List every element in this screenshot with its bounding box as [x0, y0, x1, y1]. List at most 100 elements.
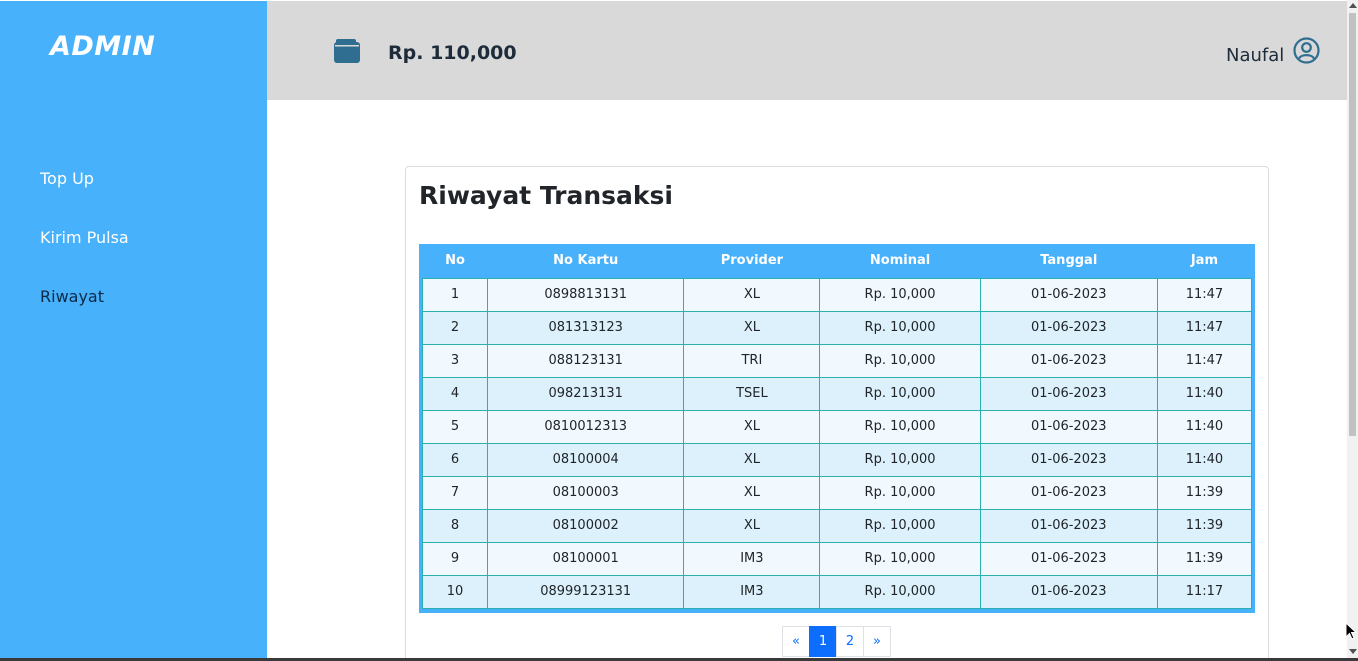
cell-no: 2 — [421, 310, 489, 345]
table-row: 4 098213131 TSEL Rp. 10,000 01-06-2023 11:40 — [421, 376, 1253, 411]
cell-no: 9 — [421, 541, 489, 576]
cell-no-kartu: 0898813131 — [487, 277, 685, 312]
scroll-up-arrow-icon[interactable] — [1349, 3, 1357, 8]
app-page: ADMIN Top Up Kirim Pulsa Riwayat Rp. 110… — [0, 0, 1347, 658]
cell-tanggal: 01-06-2023 — [979, 343, 1158, 378]
cell-nominal: Rp. 10,000 — [819, 376, 981, 411]
cell-jam: 11:40 — [1156, 409, 1253, 444]
table-row: 10 08999123131 IM3 Rp. 10,000 01-06-2023 11:1… — [421, 574, 1253, 609]
wallet-icon — [334, 39, 360, 63]
sidebar-item-kirim-pulsa[interactable]: Kirim Pulsa — [40, 228, 129, 247]
cell-tanggal: 01-06-2023 — [979, 574, 1158, 609]
cell-tanggal: 01-06-2023 — [979, 310, 1158, 345]
cell-no-kartu: 08100002 — [487, 508, 685, 543]
cell-tanggal: 01-06-2023 — [979, 541, 1158, 576]
cell-jam: 11:39 — [1156, 508, 1253, 543]
brand-logo: ADMIN — [50, 31, 156, 62]
cell-provider: TRI — [683, 343, 821, 378]
column-header-provider: Provider — [720, 253, 784, 269]
cell-no-kartu: 08999123131 — [487, 574, 685, 609]
cell-nominal: Rp. 10,000 — [819, 508, 981, 543]
scroll-down-arrow-icon[interactable] — [1349, 649, 1357, 654]
cell-no: 1 — [421, 277, 489, 312]
pagination-prev-button[interactable]: « — [782, 626, 810, 657]
cell-jam: 11:47 — [1156, 277, 1253, 312]
cell-no: 10 — [421, 574, 489, 609]
cell-no: 5 — [421, 409, 489, 444]
top-header: Rp. 110,000 Naufal — [267, 1, 1347, 100]
cell-jam: 11:40 — [1156, 376, 1253, 411]
cell-nominal: Rp. 10,000 — [819, 343, 981, 378]
cell-nominal: Rp. 10,000 — [819, 409, 981, 444]
cell-jam: 11:40 — [1156, 442, 1253, 477]
cell-tanggal: 01-06-2023 — [979, 409, 1158, 444]
page-title: Riwayat Transaksi — [419, 181, 673, 210]
wallet-balance: Rp. 110,000 — [388, 42, 517, 64]
cell-no-kartu: 088123131 — [487, 343, 685, 378]
cell-tanggal: 01-06-2023 — [979, 376, 1158, 411]
sidebar: ADMIN Top Up Kirim Pulsa Riwayat — [0, 1, 267, 658]
table-row: 5 0810012313 XL Rp. 10,000 01-06-2023 11:40 — [421, 409, 1253, 444]
cell-tanggal: 01-06-2023 — [979, 277, 1158, 312]
cell-no: 3 — [421, 343, 489, 378]
user-name: Naufal — [1226, 45, 1285, 66]
table-header-row: No No Kartu Provider Nominal Tanggal Jam — [423, 244, 1252, 278]
cell-nominal: Rp. 10,000 — [819, 310, 981, 345]
cell-no: 4 — [421, 376, 489, 411]
cell-provider: XL — [683, 277, 821, 312]
user-circle-icon[interactable] — [1293, 37, 1320, 64]
cell-provider: IM3 — [683, 574, 821, 609]
column-header-jam: Jam — [1190, 253, 1218, 269]
cell-nominal: Rp. 10,000 — [819, 541, 981, 576]
pagination-page-1[interactable]: 1 — [809, 626, 837, 657]
cell-no-kartu: 098213131 — [487, 376, 685, 411]
cell-provider: XL — [683, 409, 821, 444]
sidebar-item-top-up[interactable]: Top Up — [40, 169, 94, 188]
cell-provider: XL — [683, 508, 821, 543]
cell-tanggal: 01-06-2023 — [979, 475, 1158, 510]
cell-jam: 11:39 — [1156, 541, 1253, 576]
cell-jam: 11:39 — [1156, 475, 1253, 510]
pagination-next-button[interactable]: » — [863, 626, 891, 657]
scrollbar-thumb[interactable] — [1349, 13, 1356, 436]
cell-provider: IM3 — [683, 541, 821, 576]
cell-provider: XL — [683, 442, 821, 477]
cell-tanggal: 01-06-2023 — [979, 508, 1158, 543]
cell-nominal: Rp. 10,000 — [819, 277, 981, 312]
cell-no-kartu: 08100004 — [487, 442, 685, 477]
column-header-no: No — [445, 253, 465, 269]
pagination: « 1 2 » — [782, 626, 891, 657]
transaction-table-container: No No Kartu Provider Nominal Tanggal Jam… — [419, 244, 1255, 613]
table-row: 6 08100004 XL Rp. 10,000 01-06-2023 11:40 — [421, 442, 1253, 477]
mouse-cursor-icon — [1345, 622, 1357, 640]
cell-jam: 11:47 — [1156, 310, 1253, 345]
cell-no: 7 — [421, 475, 489, 510]
sidebar-item-riwayat[interactable]: Riwayat — [40, 287, 104, 306]
table-row: 1 0898813131 XL Rp. 10,000 01-06-2023 11:47 — [421, 277, 1253, 312]
vertical-scrollbar[interactable] — [1347, 0, 1358, 658]
cell-jam: 11:17 — [1156, 574, 1253, 609]
table-row: 9 08100001 IM3 Rp. 10,000 01-06-2023 11:39 — [421, 541, 1253, 576]
cell-jam: 11:47 — [1156, 343, 1253, 378]
cell-no: 6 — [421, 442, 489, 477]
cell-provider: TSEL — [683, 376, 821, 411]
table-row: 7 08100003 XL Rp. 10,000 01-06-2023 11:39 — [421, 475, 1253, 510]
transaction-history-card: Riwayat Transaksi No No Kartu Provider N… — [405, 166, 1269, 658]
column-header-no-kartu: No Kartu — [553, 253, 619, 269]
pagination-page-2[interactable]: 2 — [836, 626, 864, 657]
cell-provider: XL — [683, 475, 821, 510]
table-row: 2 081313123 XL Rp. 10,000 01-06-2023 11:47 — [421, 310, 1253, 345]
cell-nominal: Rp. 10,000 — [819, 475, 981, 510]
cell-no: 8 — [421, 508, 489, 543]
cell-no-kartu: 0810012313 — [487, 409, 685, 444]
cell-nominal: Rp. 10,000 — [819, 574, 981, 609]
column-header-tanggal: Tanggal — [1040, 253, 1098, 269]
table-row: 8 08100002 XL Rp. 10,000 01-06-2023 11:39 — [421, 508, 1253, 543]
cell-no-kartu: 08100003 — [487, 475, 685, 510]
column-header-nominal: Nominal — [869, 253, 931, 269]
cell-no-kartu: 08100001 — [487, 541, 685, 576]
cell-nominal: Rp. 10,000 — [819, 442, 981, 477]
transaction-table: No No Kartu Provider Nominal Tanggal Jam… — [421, 244, 1253, 609]
cell-provider: XL — [683, 310, 821, 345]
cell-tanggal: 01-06-2023 — [979, 442, 1158, 477]
